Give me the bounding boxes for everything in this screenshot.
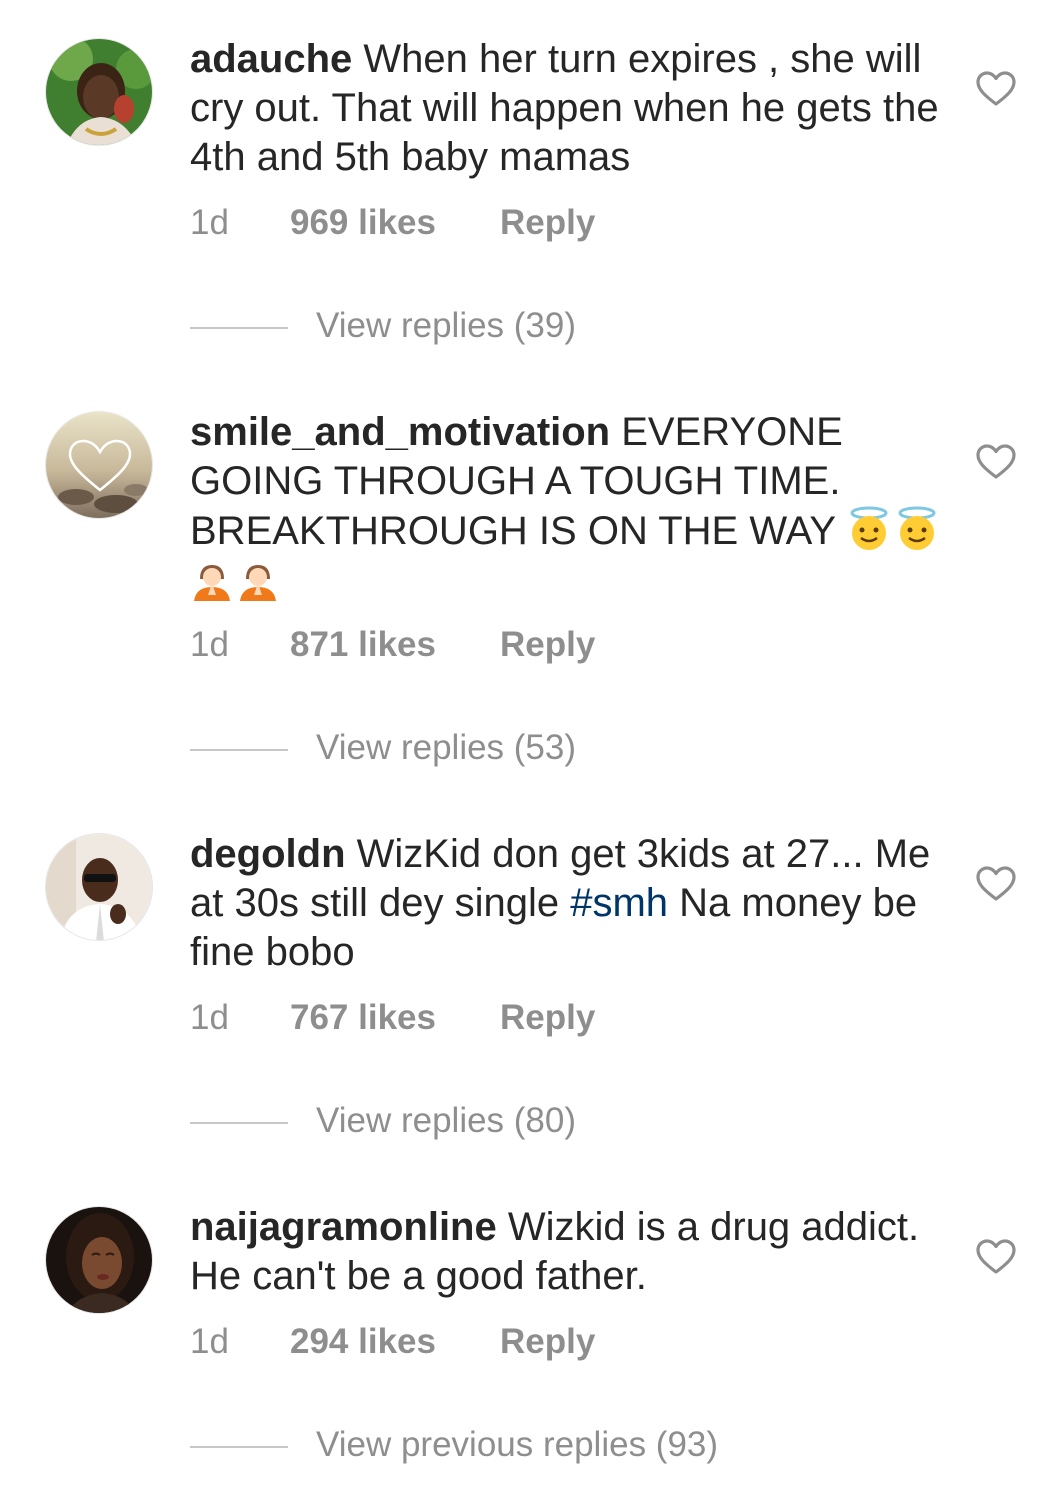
person-praying-emoji [194, 565, 230, 601]
heart-outline-icon[interactable] [976, 71, 1016, 107]
smiling-face-with-halo-emoji [898, 506, 936, 550]
reply-button[interactable]: Reply [500, 203, 595, 243]
person-praying-emoji [240, 565, 276, 601]
view-replies-link[interactable]: View replies (80) [190, 1101, 576, 1141]
comment-text: naijagramonline Wizkid is a drug addict.… [190, 1203, 950, 1301]
comment-username[interactable]: naijagramonline [190, 1205, 497, 1249]
comment-likes[interactable]: 969 likes [290, 203, 500, 243]
comment-likes[interactable]: 294 likes [290, 1322, 500, 1362]
comment-likes[interactable]: 767 likes [290, 998, 500, 1038]
comment-username[interactable]: adauche [190, 37, 352, 81]
divider-line [190, 1445, 288, 1448]
view-previous-replies-link[interactable]: View previous replies (93) [190, 1425, 718, 1465]
avatar[interactable] [45, 1206, 153, 1314]
view-replies-label: View previous replies (93) [316, 1425, 719, 1464]
divider-line [190, 1121, 288, 1124]
comment-text: degoldn WizKid don get 3kids at 27... Me… [190, 830, 950, 977]
comment-meta: 1d 767 likes Reply [190, 998, 595, 1038]
comment-likes[interactable]: 871 likes [290, 625, 500, 665]
divider-line [190, 326, 288, 329]
comment-meta: 1d 871 likes Reply [190, 625, 595, 665]
divider-line [190, 748, 288, 751]
avatar[interactable] [45, 411, 153, 519]
comment-time: 1d [190, 1322, 229, 1361]
view-replies-link[interactable]: View replies (39) [190, 306, 576, 346]
view-replies-label: View replies (53) [316, 728, 577, 767]
smiling-face-with-halo-emoji [850, 506, 888, 550]
hashtag-link[interactable]: #smh [570, 881, 668, 925]
heart-outline-icon[interactable] [976, 1239, 1016, 1275]
avatar[interactable] [45, 38, 153, 146]
comment-username[interactable]: smile_and_motivation [190, 410, 610, 454]
comment-time: 1d [190, 625, 229, 664]
comment-time: 1d [190, 998, 229, 1037]
comment-meta: 1d 294 likes Reply [190, 1322, 595, 1362]
comment-text: smile_and_motivation EVERYONE GOING THRO… [190, 408, 950, 605]
view-replies-label: View replies (80) [316, 1101, 577, 1140]
heart-outline-icon[interactable] [976, 444, 1016, 480]
avatar[interactable] [45, 833, 153, 941]
view-replies-link[interactable]: View replies (53) [190, 728, 576, 768]
view-replies-label: View replies (39) [316, 306, 577, 345]
comment-username[interactable]: degoldn [190, 832, 346, 876]
reply-button[interactable]: Reply [500, 625, 595, 665]
comment-time: 1d [190, 203, 229, 242]
reply-button[interactable]: Reply [500, 1322, 595, 1362]
comment-text: adauche When her turn expires , she will… [190, 35, 950, 182]
heart-outline-icon[interactable] [976, 866, 1016, 902]
comment-meta: 1d 969 likes Reply [190, 203, 595, 243]
reply-button[interactable]: Reply [500, 998, 595, 1038]
